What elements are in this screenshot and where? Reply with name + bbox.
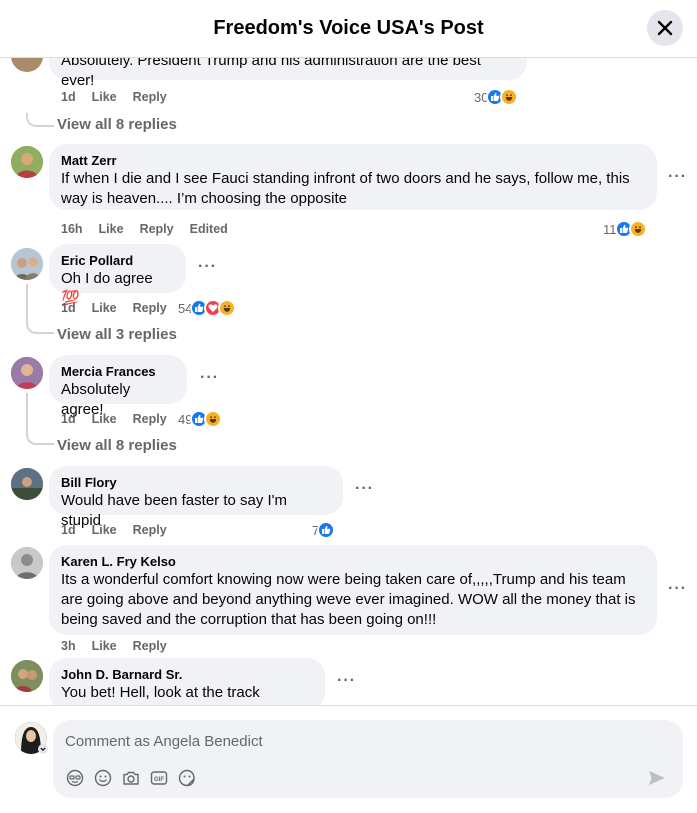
view-replies-link[interactable]: View all 8 replies bbox=[57, 116, 177, 133]
comment-time[interactable]: 1d bbox=[61, 301, 76, 315]
reply-button[interactable]: Reply bbox=[133, 523, 167, 537]
reaction-summary[interactable]: 30 bbox=[474, 87, 519, 107]
comment-box: GIF bbox=[53, 720, 683, 798]
avatar[interactable] bbox=[11, 468, 43, 500]
reaction-summary[interactable]: 49 bbox=[178, 409, 223, 429]
haha-reaction-icon bbox=[500, 88, 519, 106]
send-icon bbox=[649, 771, 665, 785]
close-icon bbox=[657, 20, 673, 36]
reply-button[interactable]: Reply bbox=[133, 639, 167, 653]
reply-button[interactable]: Reply bbox=[133, 90, 167, 104]
comment-composer: GIF bbox=[0, 705, 697, 813]
comment-meta: 1d Like Reply bbox=[61, 300, 167, 316]
comment-bubble: Eric Pollard Oh I do agree 💯 bbox=[49, 244, 186, 307]
like-button[interactable]: Like bbox=[99, 222, 124, 236]
emoji-icon bbox=[94, 769, 112, 787]
comment-text: You bet! Hell, look at the track records bbox=[61, 684, 260, 705]
view-replies-link[interactable]: View all 8 replies bbox=[57, 437, 177, 454]
comment-bubble: John D. Barnard Sr. You bet! Hell, look … bbox=[49, 658, 325, 705]
comment-input[interactable] bbox=[65, 730, 625, 752]
chevron-down-icon[interactable] bbox=[38, 744, 48, 754]
avatar-sticker-icon bbox=[66, 769, 84, 787]
like-button[interactable]: Like bbox=[92, 301, 117, 315]
comment-more-button[interactable]: ··· bbox=[355, 480, 374, 498]
gif-icon: GIF bbox=[150, 771, 168, 785]
comment-time[interactable]: 1d bbox=[61, 523, 76, 537]
sticker-icon bbox=[178, 769, 195, 787]
avatar[interactable] bbox=[11, 146, 43, 178]
comment-more-button[interactable]: ··· bbox=[668, 580, 687, 598]
emoji-button[interactable] bbox=[93, 768, 113, 788]
camera-button[interactable] bbox=[121, 768, 141, 788]
sticker-button[interactable] bbox=[177, 768, 197, 788]
reaction-summary[interactable]: 7 bbox=[312, 520, 336, 540]
reply-button[interactable]: Reply bbox=[140, 222, 174, 236]
comment-author[interactable]: Bill Flory bbox=[61, 474, 331, 491]
gif-button[interactable]: GIF bbox=[149, 768, 169, 788]
comment-text: are going above and beyond anything weve… bbox=[61, 591, 636, 608]
comment-meta: 3h Like Reply bbox=[61, 638, 167, 654]
comment-more-button[interactable]: ··· bbox=[198, 258, 217, 276]
reaction-summary[interactable]: 11 bbox=[603, 219, 647, 239]
haha-reaction-icon bbox=[204, 410, 223, 428]
svg-text:GIF: GIF bbox=[154, 777, 164, 783]
comment-meta: 16h Like Reply Edited bbox=[61, 221, 228, 237]
comment-more-button[interactable]: ··· bbox=[337, 672, 356, 690]
comment-time[interactable]: 1d bbox=[61, 90, 76, 104]
reply-button[interactable]: Reply bbox=[133, 301, 167, 315]
post-header: Freedom's Voice USA's Post bbox=[0, 0, 697, 58]
thread-connector bbox=[26, 113, 54, 127]
comment-text: Absolutely. President Trump and his admi… bbox=[61, 58, 481, 89]
avatar-sticker-button[interactable] bbox=[65, 768, 85, 788]
comment-text: way is heaven.... I’m choosing the oppos… bbox=[61, 190, 347, 207]
comment-meta: 1d Like Reply bbox=[61, 89, 167, 105]
comment-text: Its a wonderful comfort knowing now were… bbox=[61, 571, 626, 588]
comment-author[interactable]: John D. Barnard Sr. bbox=[61, 666, 313, 683]
comment-more-button[interactable]: ··· bbox=[540, 58, 559, 62]
avatar[interactable] bbox=[11, 58, 43, 72]
comment-time[interactable]: 3h bbox=[61, 639, 76, 653]
reaction-summary[interactable]: 54 bbox=[178, 298, 237, 318]
like-button[interactable]: Like bbox=[92, 412, 117, 426]
comment-bubble: Matt Zerr If when I die and I see Fauci … bbox=[49, 144, 657, 210]
comment-time[interactable]: 16h bbox=[61, 222, 83, 236]
camera-icon bbox=[123, 771, 139, 785]
reply-button[interactable]: Reply bbox=[133, 412, 167, 426]
comment-author[interactable]: Matt Zerr bbox=[61, 152, 645, 169]
view-replies-link[interactable]: View all 3 replies bbox=[57, 326, 177, 343]
comment-meta: 1d Like Reply bbox=[61, 411, 167, 427]
send-button[interactable] bbox=[647, 768, 669, 790]
post-title: Freedom's Voice USA's Post bbox=[213, 17, 484, 39]
thread-line bbox=[26, 284, 28, 320]
comment-meta: 1d Like Reply bbox=[61, 522, 167, 538]
avatar[interactable] bbox=[11, 660, 43, 692]
thread-connector bbox=[26, 320, 54, 334]
comment-text: being saved and the corruption that has … bbox=[61, 611, 437, 628]
edited-label: Edited bbox=[189, 222, 228, 236]
like-button[interactable]: Like bbox=[92, 90, 117, 104]
like-reaction-icon bbox=[317, 521, 336, 539]
comment-author[interactable]: Mercia Frances bbox=[61, 363, 175, 380]
comment-bubble: Absolutely. President Trump and his admi… bbox=[49, 58, 527, 89]
comment-time[interactable]: 1d bbox=[61, 412, 76, 426]
comment-more-button[interactable]: ··· bbox=[668, 168, 687, 186]
avatar[interactable] bbox=[11, 357, 43, 389]
comment-more-button[interactable]: ··· bbox=[200, 369, 219, 387]
thread-line bbox=[26, 393, 28, 431]
close-button[interactable] bbox=[647, 10, 683, 46]
comment-bubble: Bill Flory Would have been faster to say… bbox=[49, 466, 343, 529]
comment-bubble: Mercia Frances Absolutely agree! bbox=[49, 355, 187, 418]
like-button[interactable]: Like bbox=[92, 639, 117, 653]
comment-author[interactable]: Eric Pollard bbox=[61, 252, 174, 269]
avatar[interactable] bbox=[11, 547, 43, 579]
avatar[interactable] bbox=[11, 248, 43, 280]
haha-reaction-icon bbox=[218, 299, 237, 317]
comments-feed[interactable]: Absolutely. President Trump and his admi… bbox=[0, 58, 697, 705]
haha-reaction-icon bbox=[628, 220, 647, 238]
comment-bubble: Karen L. Fry Kelso Its a wonderful comfo… bbox=[49, 545, 657, 635]
thread-connector bbox=[26, 431, 54, 445]
like-button[interactable]: Like bbox=[92, 523, 117, 537]
comment-author[interactable]: Karen L. Fry Kelso bbox=[61, 553, 645, 570]
comment-text: If when I die and I see Fauci standing i… bbox=[61, 170, 630, 187]
